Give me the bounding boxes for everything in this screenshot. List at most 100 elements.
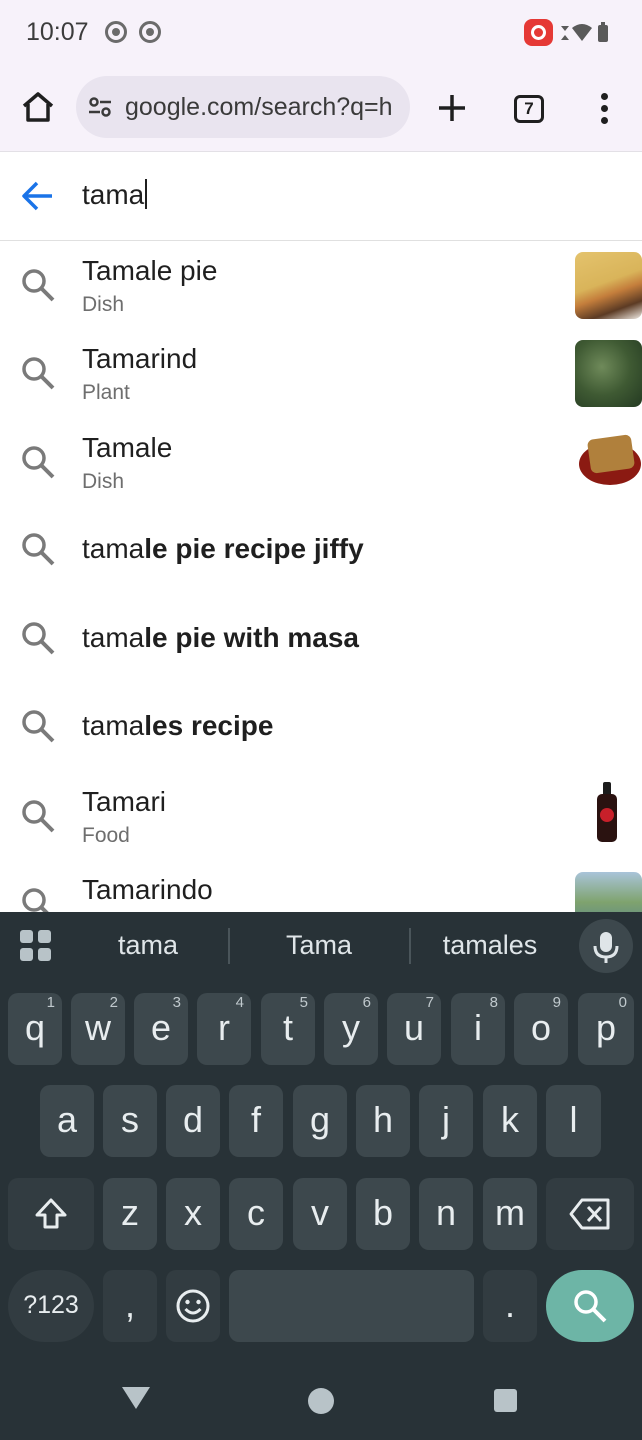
suggestion-text: tamales recipe [82, 710, 274, 741]
key-l[interactable]: l [546, 1085, 601, 1157]
search-input[interactable]: tama [82, 179, 148, 211]
key-j[interactable]: j [419, 1085, 473, 1157]
key-c[interactable]: c [229, 1178, 283, 1250]
suggestion-title: Tamari [82, 786, 167, 817]
word-suggestion[interactable]: tamales [410, 930, 570, 961]
suggestion-title: Tamale [82, 432, 173, 463]
suggestion-item[interactable]: Tamale Dish [0, 418, 642, 506]
key-m[interactable]: m [483, 1178, 537, 1250]
key-k[interactable]: k [483, 1085, 537, 1157]
suggestion-strip: tama Tama tamales [0, 912, 642, 982]
word-suggestion[interactable]: Tama [239, 930, 399, 961]
suggestion-text: tamale pie with masa [82, 622, 359, 653]
recording-indicator-icon [524, 19, 553, 46]
search-icon [22, 533, 55, 566]
key-s[interactable]: s [103, 1085, 157, 1157]
suggestion-title: Tamarind [82, 343, 198, 374]
key-t[interactable]: t5 [261, 993, 315, 1065]
suggestion-item[interactable]: tamale pie with masa [0, 594, 642, 682]
shift-key[interactable] [8, 1178, 94, 1250]
key-a[interactable]: a [40, 1085, 94, 1157]
more-options-icon[interactable] [598, 93, 610, 127]
emoji-key[interactable] [166, 1270, 220, 1342]
key-p[interactable]: p0 [578, 993, 634, 1065]
nav-recents-button[interactable] [494, 1389, 517, 1412]
backspace-icon [569, 1198, 610, 1230]
suggestion-title: Tamarindo [82, 874, 213, 905]
comma-key[interactable]: , [103, 1270, 157, 1342]
suggestion-subtitle: Dish [82, 293, 125, 316]
new-tab-button[interactable] [436, 88, 468, 128]
suggestion-subtitle: Plant [82, 381, 130, 404]
key-w[interactable]: w2 [71, 993, 125, 1065]
search-icon [22, 357, 55, 390]
key-v[interactable]: v [293, 1178, 347, 1250]
suggestion-subtitle: Food [82, 824, 130, 847]
suggestion-item[interactable]: Tamarind Plant [0, 329, 642, 417]
screen-record-icon [105, 21, 127, 43]
keyboard: tama Tama tamales [0, 912, 642, 1440]
search-icon [574, 1290, 607, 1323]
key-q[interactable]: q1 [8, 993, 62, 1065]
tamarind-thumbnail [575, 340, 642, 407]
suggestion-title: Tamale pie [82, 255, 218, 286]
key-h[interactable]: h [356, 1085, 410, 1157]
omnibox-edit[interactable]: tama [0, 153, 642, 241]
divider [228, 928, 230, 964]
key-y[interactable]: y6 [324, 993, 378, 1065]
url-text: google.com/search?q=h [125, 93, 393, 121]
suggestion-item[interactable]: tamales recipe [0, 682, 642, 770]
suggestion-item[interactable]: tamale pie recipe jiffy [0, 505, 642, 593]
voice-input-button[interactable] [579, 919, 633, 973]
emoji-icon [176, 1289, 210, 1323]
key-x[interactable]: x [166, 1178, 220, 1250]
suggestion-item[interactable]: Tamarindo [0, 860, 642, 912]
word-suggestion[interactable]: tama [68, 930, 228, 961]
search-icon [22, 800, 55, 833]
nav-home-button[interactable] [308, 1388, 334, 1414]
key-o[interactable]: o9 [514, 993, 568, 1065]
key-r[interactable]: r4 [197, 993, 251, 1065]
key-u[interactable]: u7 [387, 993, 441, 1065]
browser-toolbar: google.com/search?q=h 7 [0, 68, 642, 152]
search-key[interactable] [546, 1270, 634, 1342]
tamale-thumbnail [575, 429, 642, 496]
suggestion-item[interactable]: Tamale pie Dish [0, 241, 642, 329]
key-n[interactable]: n [419, 1178, 473, 1250]
key-b[interactable]: b [356, 1178, 410, 1250]
key-f[interactable]: f [229, 1085, 283, 1157]
key-g[interactable]: g [293, 1085, 347, 1157]
key-z[interactable]: z [103, 1178, 157, 1250]
search-icon [22, 446, 55, 479]
search-icon [22, 269, 55, 302]
address-bar[interactable]: google.com/search?q=h [76, 76, 410, 138]
key-d[interactable]: d [166, 1085, 220, 1157]
search-icon [22, 710, 55, 743]
shift-icon [35, 1198, 67, 1229]
screen-record-icon [139, 21, 161, 43]
suggestion-text: tamale pie recipe jiffy [82, 533, 364, 564]
tamarindo-thumbnail [575, 872, 642, 912]
tamale-pie-thumbnail [575, 252, 642, 319]
space-key[interactable] [229, 1270, 474, 1342]
site-settings-icon[interactable] [88, 95, 112, 119]
key-i[interactable]: i8 [451, 993, 505, 1065]
text-cursor [145, 179, 148, 209]
tab-switcher-button[interactable]: 7 [514, 95, 544, 123]
search-icon [22, 888, 49, 912]
symbols-key[interactable]: ?123 [8, 1270, 94, 1342]
back-arrow-icon[interactable] [20, 178, 56, 214]
apps-grid-icon[interactable] [20, 930, 52, 962]
key-e[interactable]: e3 [134, 993, 188, 1065]
suggestion-item[interactable]: Tamari Food [0, 772, 642, 860]
home-icon[interactable] [18, 87, 58, 127]
microphone-icon [593, 932, 619, 963]
nav-back-button[interactable] [122, 1387, 150, 1409]
backspace-key[interactable] [546, 1178, 634, 1250]
signal-wifi-battery-icons [561, 22, 608, 42]
plus-icon [439, 95, 465, 121]
clock: 10:07 [26, 18, 89, 46]
period-key[interactable]: . [483, 1270, 537, 1342]
suggestion-subtitle: Dish [82, 470, 125, 493]
search-icon [22, 622, 55, 655]
